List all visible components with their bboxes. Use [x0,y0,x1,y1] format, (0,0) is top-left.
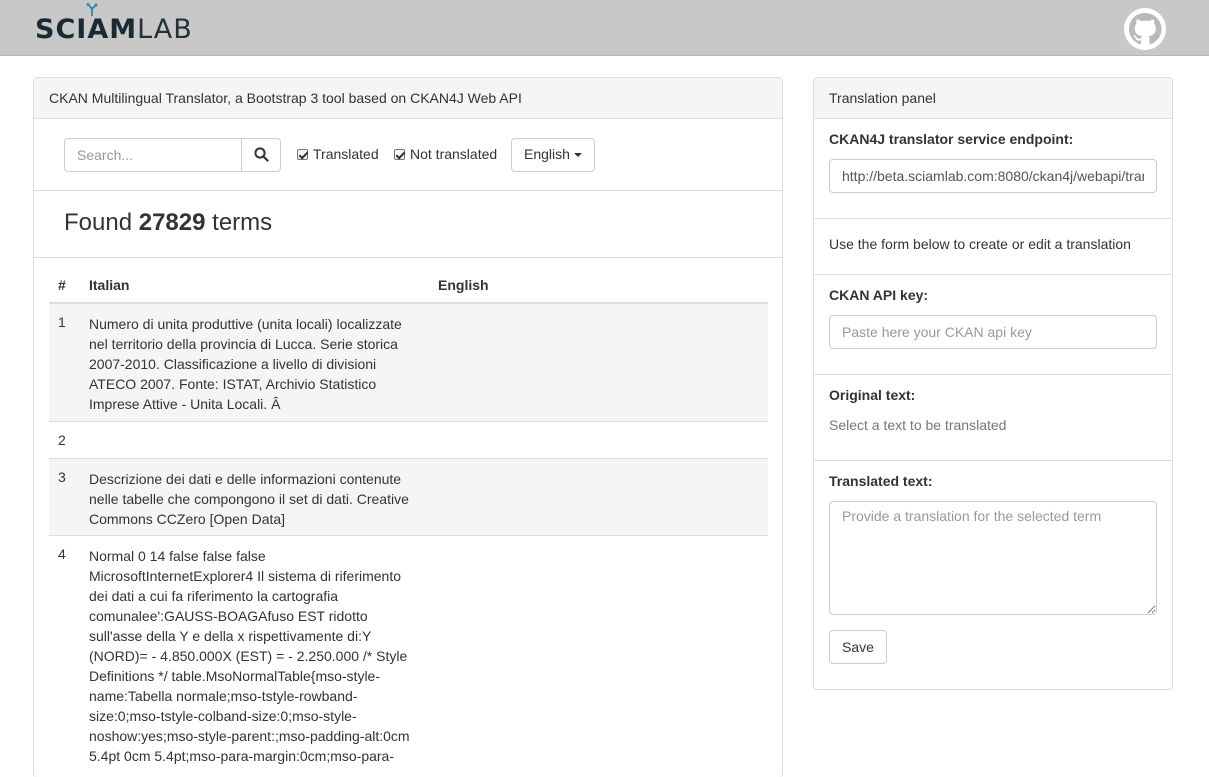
table-row[interactable]: 3 Descrizione dei dati e delle informazi… [49,459,768,536]
italian-text[interactable]: Numero di unita produttive (unita locali… [89,314,419,414]
logo-leaf-icon [86,3,98,16]
row-number: 1 [58,314,66,330]
row-number: 4 [58,546,66,562]
translation-panel: Translation panel CKAN4J translator serv… [813,77,1173,690]
italian-text[interactable]: Normal 0 14 false false false MicrosoftI… [89,546,419,766]
terms-table: # Italian English 1 Numero di unita prod… [49,271,768,776]
not-translated-filter[interactable]: Not translated [394,146,497,162]
apikey-input[interactable] [829,315,1157,349]
endpoint-section: CKAN4J translator service endpoint: [814,119,1172,219]
column-header-italian: Italian [89,277,130,293]
translated-text-label: Translated text: [829,473,933,489]
row-number: 2 [58,432,66,448]
filter-toolbar: Translated Not translated English [34,119,782,191]
search-button[interactable] [241,138,281,172]
search-icon [253,147,269,162]
sciamlab-logo[interactable]: SCIAMLAB [35,3,193,48]
language-dropdown-label: English [524,146,570,162]
translated-text-input[interactable] [829,501,1157,615]
not-translated-filter-label: Not translated [410,146,498,162]
original-text-value: Select a text to be translated [829,417,1007,433]
github-icon[interactable] [1123,7,1167,51]
search-group [64,138,281,172]
found-count: 27829 [138,209,206,236]
translated-filter[interactable]: Translated [297,146,379,162]
table-row[interactable]: 4 Normal 0 14 false false false Microsof… [49,536,768,776]
translated-filter-label: Translated [313,146,379,162]
table-row[interactable]: 2 [49,422,768,459]
found-count-text: Found 27829 terms [64,209,273,236]
italian-text[interactable]: Descrizione dei dati e delle informazion… [89,469,419,529]
table-header: # Italian English [49,271,768,304]
table-row[interactable]: 1 Numero di unita produttive (unita loca… [49,304,768,422]
row-number: 3 [58,469,66,485]
save-button[interactable]: Save [829,630,887,664]
column-header-number: # [58,277,66,293]
results-summary: Found 27829 terms [34,191,782,258]
translation-panel-title: Translation panel [814,78,1172,119]
translated-checkbox[interactable] [297,149,308,160]
language-dropdown[interactable]: English [511,138,595,172]
form-hint-section: Use the form below to create or edit a t… [814,219,1172,275]
apikey-section: CKAN API key: [814,275,1172,375]
original-text-section: Original text: Select a text to be trans… [814,375,1172,461]
original-text-label: Original text: [829,387,916,403]
top-navbar: SCIAMLAB [0,0,1209,56]
form-hint: Use the form below to create or edit a t… [829,236,1131,252]
not-translated-checkbox[interactable] [394,149,405,160]
column-header-english: English [438,277,489,293]
terms-panel-title: CKAN Multilingual Translator, a Bootstra… [34,78,782,119]
endpoint-label: CKAN4J translator service endpoint: [829,131,1074,147]
apikey-label: CKAN API key: [829,287,929,303]
terms-panel: CKAN Multilingual Translator, a Bootstra… [33,77,783,777]
search-input[interactable] [64,138,242,172]
endpoint-input[interactable] [829,159,1157,193]
caret-down-icon [573,153,582,157]
